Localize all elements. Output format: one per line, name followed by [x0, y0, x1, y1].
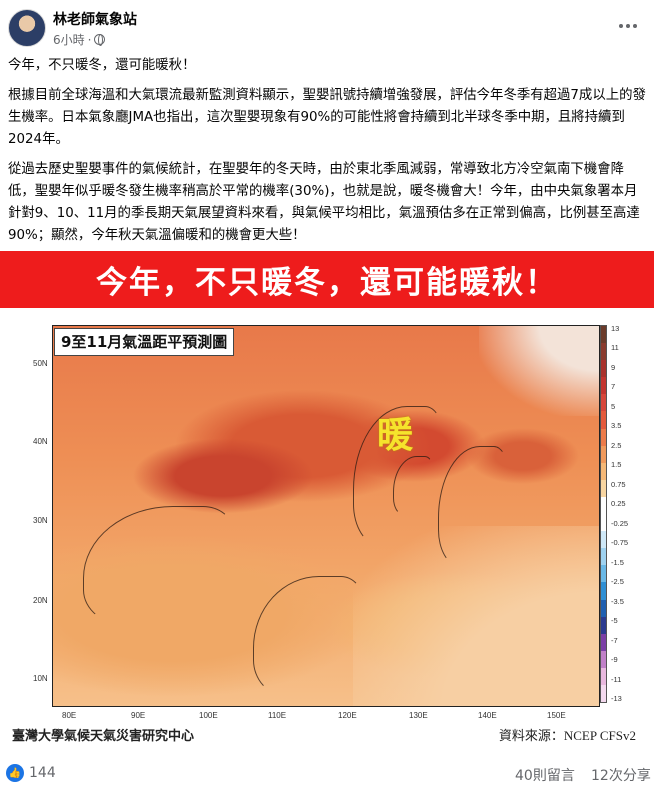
legend-tick-label: 1.5: [611, 460, 622, 470]
comment-count[interactable]: 40則留言: [515, 765, 575, 785]
lat-label: 50N: [33, 359, 48, 368]
legend-color-cell: [601, 411, 606, 429]
legend-color-cell: [601, 548, 606, 566]
legend-tick-label: -11: [611, 674, 622, 684]
legend-color-cell: [601, 428, 606, 446]
post-header: 林老師氣象站 6小時 ·: [0, 0, 654, 56]
legend-tick-label: -9: [611, 655, 618, 665]
legend-tick-label: 2.5: [611, 440, 622, 450]
lat-label: 10N: [33, 674, 48, 683]
legend-tick-label: 3.5: [611, 421, 622, 431]
legend-tick-label: 0.75: [611, 479, 626, 489]
lat-label: 40N: [33, 437, 48, 446]
lon-label: 130E: [409, 711, 428, 720]
legend-color-cell: [601, 582, 606, 600]
legend-color-cell: [601, 565, 606, 583]
legend-tick-label: -1.5: [611, 557, 624, 567]
legend-color-cell: [601, 514, 606, 532]
legend-color-cell: [601, 360, 606, 378]
avatar[interactable]: [8, 9, 46, 47]
legend-color-cell: [601, 394, 606, 412]
legend-tick-label: 0.25: [611, 499, 626, 509]
legend-tick-label: -0.75: [611, 538, 629, 548]
legend-color-cell: [601, 667, 606, 685]
color-scale-legend: [600, 325, 607, 703]
post-paragraph-1: 今年，不只暖冬，還可能暖秋！: [8, 58, 196, 73]
legend-color-cell: [601, 445, 606, 463]
lat-label: 30N: [33, 516, 48, 525]
legend-tick-label: 5: [611, 401, 616, 411]
more-options-button[interactable]: [616, 14, 640, 38]
legend-tick-label: 11: [611, 343, 619, 353]
legend-tick-label: -2.5: [611, 577, 624, 587]
post-text: 今年，不只暖冬，還可能暖秋！ 根據目前全球海溫和大氣環流最新監測資料顯示，聖嬰訊…: [8, 55, 648, 247]
legend-color-cell: [601, 343, 606, 361]
legend-color-cell: [601, 684, 606, 703]
legend-color-cell: [601, 650, 606, 668]
legend-color-cell: [601, 326, 606, 344]
legend-tick-label: -3.5: [611, 596, 624, 606]
map-title: 9至11月氣溫距平預測圖: [54, 328, 235, 356]
legend-tick-label: -0.25: [611, 518, 629, 528]
legend-tick-label: 13: [611, 324, 620, 333]
legend-tick-label: -5: [611, 616, 618, 626]
legend-tick-label: -13: [611, 694, 622, 703]
lon-label: 110E: [268, 711, 287, 720]
ellipsis-dot: [626, 24, 630, 28]
like-reaction-icon[interactable]: 👍: [6, 764, 24, 782]
legend-color-cell: [601, 599, 606, 617]
separator-dot: ·: [87, 32, 92, 47]
lon-label: 150E: [547, 711, 566, 720]
coastline-india: [83, 506, 233, 626]
lat-label: 20N: [33, 596, 48, 605]
legend-color-cell: [601, 377, 606, 395]
coastline-japan: [438, 446, 508, 566]
legend-color-cell: [601, 616, 606, 634]
globe-icon: [94, 34, 106, 46]
image-credit-left: 臺灣大學氣候天氣災害研究中心: [12, 729, 195, 744]
post-paragraph-2: 根據目前全球海溫和大氣環流最新監測資料顯示，聖嬰訊號持續增強發展，評估今年冬季有…: [8, 88, 646, 147]
warm-label: 暖: [377, 415, 414, 456]
post-image[interactable]: 今年，不只暖冬，還可能暖秋！ 9至11月氣溫距平預測圖 暖 50N 40N 30…: [0, 244, 654, 750]
legend-color-cell: [601, 479, 606, 497]
temperature-anomaly-map: [52, 325, 600, 707]
legend-color-cell: [601, 531, 606, 549]
legend-tick-label: 9: [611, 362, 616, 372]
like-count[interactable]: 144: [29, 765, 56, 781]
coastline-indochina: [253, 576, 363, 696]
ellipsis-icon: [619, 24, 623, 28]
share-count[interactable]: 12次分享: [591, 765, 651, 785]
lon-label: 140E: [478, 711, 497, 720]
image-banner: 今年，不只暖冬，還可能暖秋！: [0, 251, 654, 308]
post-paragraph-3: 從過去歷史聖嬰事件的氣候統計，在聖嬰年的冬天時，由於東北季風減弱，常導致北方冷空…: [8, 162, 640, 243]
lon-label: 80E: [62, 711, 77, 720]
legend-color-cell: [601, 462, 606, 480]
legend-tick-label: 7: [611, 382, 616, 392]
banner-title: 今年，不只暖冬，還可能暖秋！: [96, 265, 558, 301]
image-credit-right: 資料來源：NCEP CFSv2: [498, 728, 636, 743]
legend-color-cell: [601, 496, 606, 515]
post-meta: 6小時 ·: [53, 31, 106, 48]
lon-label: 90E: [131, 711, 146, 720]
lon-label: 120E: [338, 711, 357, 720]
page-name[interactable]: 林老師氣象站: [53, 9, 137, 29]
legend-color-cell: [601, 633, 606, 651]
legend-tick-label: -7: [611, 635, 618, 645]
lon-label: 100E: [199, 711, 218, 720]
post-time[interactable]: 6小時: [53, 31, 85, 48]
ellipsis-dot: [633, 24, 637, 28]
post-footer: 👍 144 40則留言 12次分享: [0, 750, 654, 794]
